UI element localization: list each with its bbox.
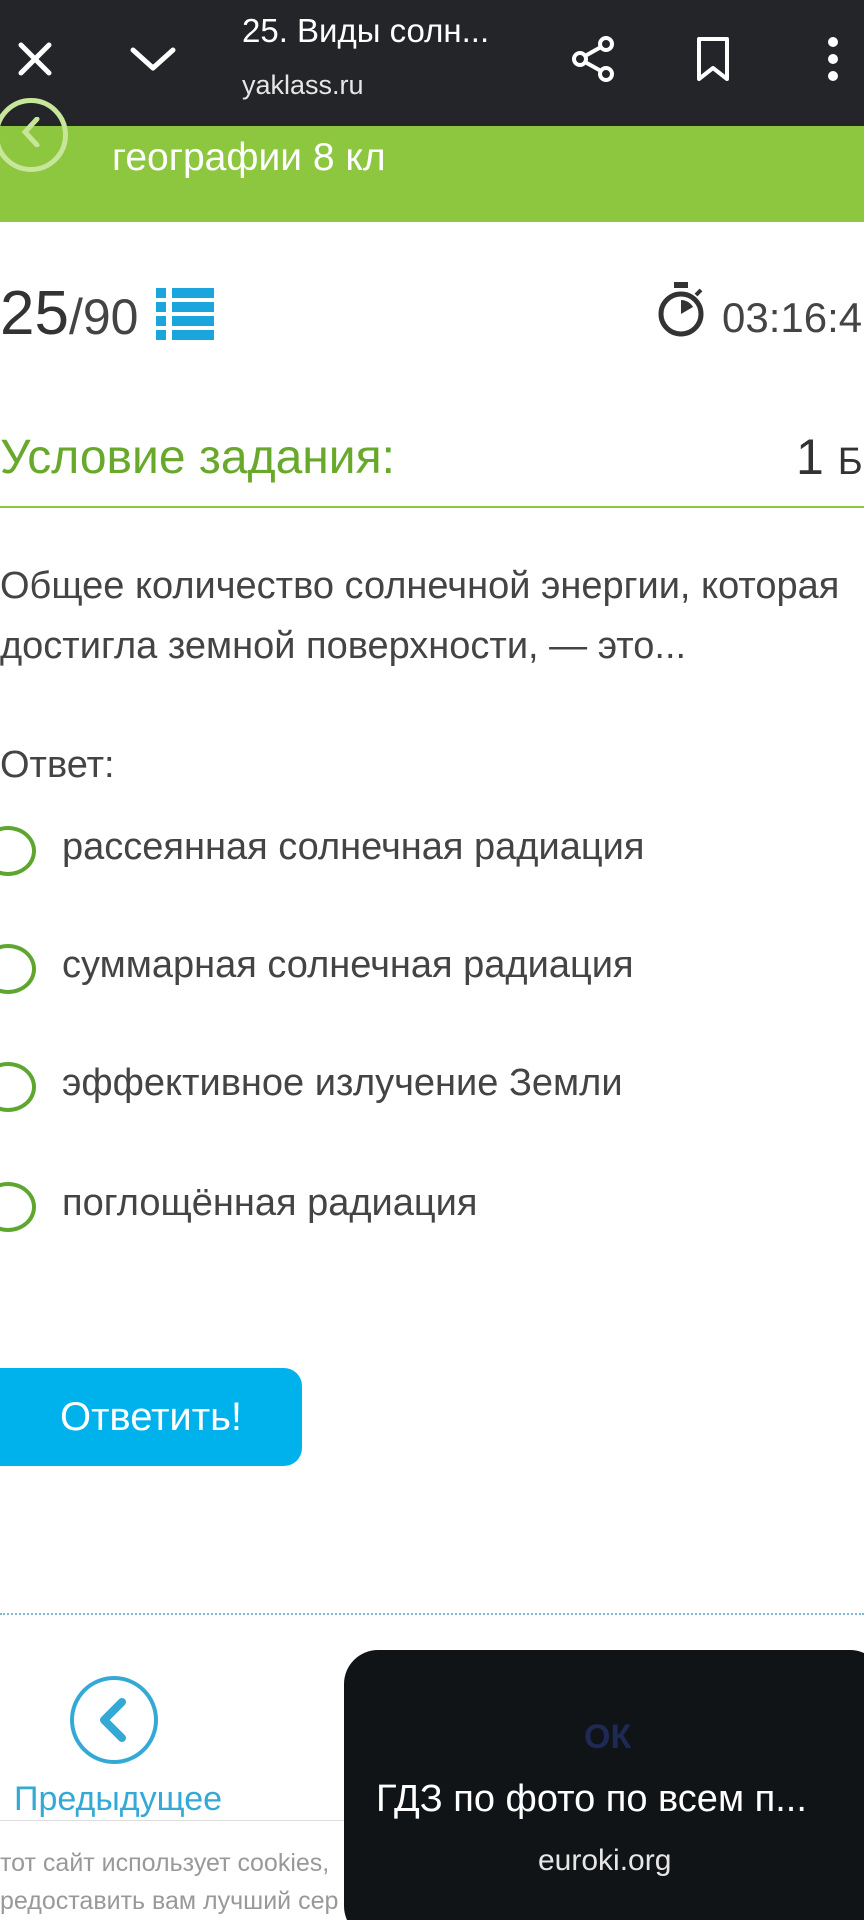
ad-logo: ОК (584, 1718, 632, 1756)
option-3[interactable]: эффективное излучение Земли (0, 1056, 864, 1116)
ad-popup[interactable]: ОК ГДЗ по фото по всем п... euroki.org (344, 1650, 864, 1920)
task-points: 1 Б (796, 428, 863, 486)
stopwatch-icon (656, 282, 706, 338)
task-heading: Условие задания: (0, 431, 395, 484)
task-list-icon[interactable] (156, 288, 214, 340)
course-banner: географии 8 кл (0, 98, 864, 222)
page: 25. Виды солн... yaklass.ru географии 8 … (0, 0, 864, 1920)
radio-button[interactable] (0, 1182, 36, 1232)
radio-button[interactable] (0, 826, 36, 876)
option-label: суммарная солнечная радиация (62, 944, 634, 986)
ad-url[interactable]: euroki.org (538, 1844, 671, 1878)
more-vert-icon[interactable] (798, 24, 864, 94)
back-circle-icon[interactable] (0, 98, 68, 172)
timer-value: 03:16:48 (722, 294, 864, 341)
radio-button[interactable] (0, 944, 36, 994)
page-title: 25. Виды солн... (242, 12, 490, 49)
option-2[interactable]: суммарная солнечная радиация (0, 938, 864, 998)
option-label: поглощённая радиация (62, 1182, 478, 1224)
option-1[interactable]: рассеянная солнечная радиация (0, 820, 864, 880)
section-divider (0, 1613, 864, 1615)
task-current: 25 (0, 279, 69, 348)
chevron-down-icon[interactable] (118, 24, 188, 94)
ad-title[interactable]: ГДЗ по фото по всем п... (376, 1778, 807, 1821)
close-icon[interactable] (0, 24, 70, 94)
previous-link[interactable]: Предыдущее (14, 1780, 222, 1819)
heading-divider (0, 506, 864, 508)
share-icon[interactable] (558, 24, 628, 94)
cookie-notice: тот сайт использует cookies, редоставить… (0, 1844, 350, 1920)
cookie-line-2: редоставить вам лучший сер (0, 1887, 339, 1915)
radio-button[interactable] (0, 1062, 36, 1112)
previous-button[interactable] (70, 1676, 158, 1764)
task-total: 90 (82, 289, 139, 345)
browser-top-bar: 25. Виды солн... yaklass.ru (0, 0, 864, 126)
task-counter: 25/90 (0, 278, 139, 349)
task-separator: / (68, 289, 83, 345)
cookie-line-1: тот сайт использует cookies, (0, 1849, 330, 1877)
points-unit: Б (837, 441, 863, 483)
option-label: эффективное излучение Земли (62, 1062, 623, 1104)
bookmark-icon[interactable] (678, 24, 748, 94)
question-text: Общее количество солнечной энергии, кото… (0, 565, 840, 667)
option-4[interactable]: поглощённая радиация (0, 1176, 864, 1236)
submit-button[interactable]: Ответить! (0, 1368, 302, 1466)
option-label: рассеянная солнечная радиация (62, 826, 645, 868)
points-value: 1 (796, 429, 824, 485)
page-url: yaklass.ru (242, 70, 364, 100)
course-title: географии 8 кл (112, 136, 386, 179)
answer-label: Ответ: (0, 744, 115, 786)
